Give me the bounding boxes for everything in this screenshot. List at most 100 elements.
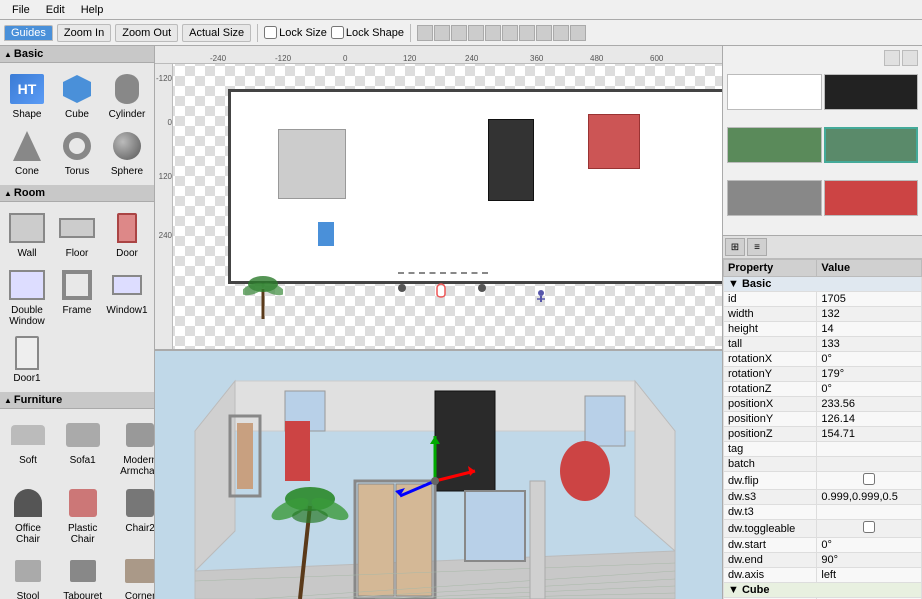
zoom-in-button[interactable]: Zoom In <box>57 24 111 42</box>
fp-handle-1[interactable] <box>398 284 406 292</box>
prop-dws3-value[interactable]: 0.999,0.999,0.5 <box>817 490 922 505</box>
shape-item-torus[interactable]: Torus <box>54 126 100 179</box>
prop-rotz-value[interactable]: 0° <box>817 382 922 397</box>
prop-posx-value[interactable]: 233.56 <box>817 397 922 412</box>
align-tools <box>417 25 586 41</box>
furniture-item-corner[interactable]: Corner BookCase <box>113 551 155 599</box>
furniture-item-sofa[interactable]: Sofa1 <box>56 415 109 479</box>
floor-plan[interactable] <box>173 64 722 349</box>
prop-dwtoggle-value[interactable] <box>817 520 922 538</box>
fp-red-obj[interactable] <box>588 114 640 169</box>
shape-item-cube[interactable]: Cube <box>54 69 100 122</box>
align-icon-9[interactable] <box>553 25 569 41</box>
prop-dwstart-label: dw.start <box>724 538 817 553</box>
fp-gray-box[interactable] <box>278 129 346 199</box>
props-list-btn[interactable]: ≡ <box>747 238 767 256</box>
panel-icon-2[interactable] <box>902 50 918 66</box>
lock-size-checkbox[interactable] <box>264 26 277 39</box>
floor-label: Floor <box>66 248 89 259</box>
panel-icon-1[interactable] <box>884 50 900 66</box>
view-3d[interactable] <box>155 351 722 599</box>
shape-item-sphere[interactable]: Sphere <box>104 126 150 179</box>
prop-height-value[interactable]: 14 <box>817 322 922 337</box>
align-icon-6[interactable] <box>502 25 518 41</box>
align-icon-7[interactable] <box>519 25 535 41</box>
room-item-dblwindow[interactable]: Double Window <box>4 265 50 329</box>
furniture-item-armchair[interactable]: Modern Armchair <box>113 415 155 479</box>
fp-handle-2[interactable] <box>478 284 486 292</box>
fp-selected-indicator[interactable] <box>318 222 334 246</box>
align-icon-10[interactable] <box>570 25 586 41</box>
align-icon-3[interactable] <box>451 25 467 41</box>
section-room-header[interactable]: ▲ Room <box>0 185 154 202</box>
menu-help[interactable]: Help <box>73 2 112 18</box>
prop-posx-label: positionX <box>724 397 817 412</box>
furniture-item-stool[interactable]: Stool <box>4 551 52 599</box>
room-item-door1[interactable]: Door1 <box>4 333 50 386</box>
ruler-mark-600: 600 <box>650 54 663 63</box>
prop-dwtoggle-label: dw.toggleable <box>724 520 817 538</box>
room-item-floor[interactable]: Floor <box>54 208 100 261</box>
furniture-item-chair2[interactable]: Chair2 <box>113 483 155 547</box>
armchair-icon-container <box>122 417 155 453</box>
prop-dwaxis-value[interactable]: left <box>817 568 922 583</box>
furniture-item-soft[interactable]: Soft <box>4 415 52 479</box>
section-basic-header[interactable]: ▲ Basic <box>0 46 154 63</box>
prop-batch-value[interactable] <box>817 457 922 472</box>
prop-tag-value[interactable] <box>817 442 922 457</box>
zoom-out-button[interactable]: Zoom Out <box>115 24 178 42</box>
material-black[interactable] <box>824 74 919 110</box>
actual-size-button[interactable]: Actual Size <box>182 24 251 42</box>
room-item-frame[interactable]: Frame <box>54 265 100 329</box>
furniture-item-office-chair[interactable]: Office Chair <box>4 483 52 547</box>
shape-item-cone[interactable]: Cone <box>4 126 50 179</box>
room-item-door[interactable]: Door <box>104 208 150 261</box>
shape-item-cylinder[interactable]: Cylinder <box>104 69 150 122</box>
corner-icon-container <box>122 553 155 589</box>
top-view[interactable]: -240 -120 0 120 240 360 480 600 -120 0 1… <box>155 46 722 351</box>
lock-shape-check[interactable]: Lock Shape <box>331 26 404 39</box>
shape-item-shape[interactable]: HT Shape <box>4 69 50 122</box>
prop-id-value[interactable]: 1705 <box>817 292 922 307</box>
menu-edit[interactable]: Edit <box>38 2 73 18</box>
prop-rotz-label: rotationZ <box>724 382 817 397</box>
align-icon-5[interactable] <box>485 25 501 41</box>
prop-posz-value[interactable]: 154.71 <box>817 427 922 442</box>
align-icon-4[interactable] <box>468 25 484 41</box>
soft-icon-container <box>10 417 46 453</box>
dwtoggle-checkbox[interactable] <box>863 521 875 533</box>
prop-tall-value[interactable]: 133 <box>817 337 922 352</box>
menu-file[interactable]: File <box>4 2 38 18</box>
prop-width-value[interactable]: 132 <box>817 307 922 322</box>
frame-icon-container <box>59 267 95 303</box>
prop-dwflip-value[interactable] <box>817 472 922 490</box>
prop-posz-label: positionZ <box>724 427 817 442</box>
material-teal-selected[interactable] <box>824 127 919 163</box>
material-white[interactable] <box>727 74 822 110</box>
align-icon-8[interactable] <box>536 25 552 41</box>
room-item-wall[interactable]: Wall <box>4 208 50 261</box>
dwflip-checkbox[interactable] <box>863 473 875 485</box>
material-green[interactable] <box>727 127 822 163</box>
prop-posy-value[interactable]: 126.14 <box>817 412 922 427</box>
prop-roty-value[interactable]: 179° <box>817 367 922 382</box>
guides-tab[interactable]: Guides <box>4 25 53 41</box>
props-grid-btn[interactable]: ⊞ <box>725 238 745 256</box>
align-icon-1[interactable] <box>417 25 433 41</box>
fp-dark-box[interactable] <box>488 119 534 201</box>
material-gray[interactable] <box>727 180 822 216</box>
lock-shape-checkbox[interactable] <box>331 26 344 39</box>
prop-dwt3-value[interactable] <box>817 505 922 520</box>
furniture-item-plastic-chair[interactable]: Plastic Chair <box>56 483 109 547</box>
prop-dwend-value[interactable]: 90° <box>817 553 922 568</box>
prop-dwstart-value[interactable]: 0° <box>817 538 922 553</box>
align-icon-2[interactable] <box>434 25 450 41</box>
furniture-item-tabouret[interactable]: Tabouret Bar <box>56 551 109 599</box>
lock-size-check[interactable]: Lock Size <box>264 26 327 39</box>
material-red[interactable] <box>824 180 919 216</box>
sofa1-label: Sofa1 <box>70 455 96 466</box>
section-furniture-header[interactable]: ▲ Furniture <box>0 392 154 409</box>
prop-rotx-value[interactable]: 0° <box>817 352 922 367</box>
section-basic-label: Basic <box>14 48 43 60</box>
room-item-window1[interactable]: Window1 <box>104 265 150 329</box>
